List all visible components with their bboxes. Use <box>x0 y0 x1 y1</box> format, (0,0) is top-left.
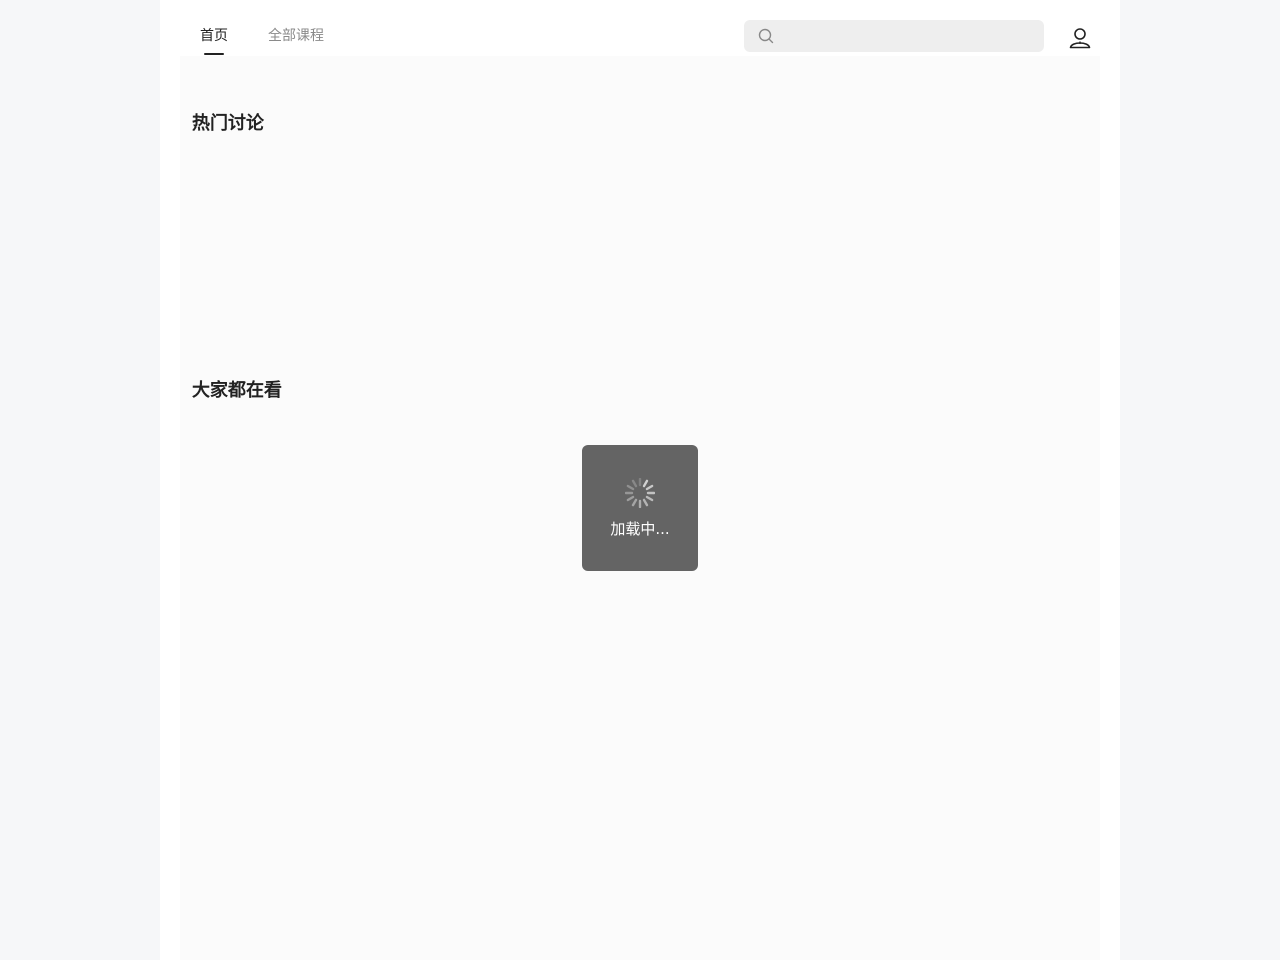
spinner-spoke <box>626 484 635 491</box>
search-input[interactable] <box>782 20 1036 54</box>
section-title-hot-discussions: 热门讨论 <box>192 113 264 134</box>
page-container: 首页 全部课程 热门讨论 大家都在看 加载中... <box>160 0 1120 960</box>
tab-home[interactable]: 首页 <box>200 27 228 45</box>
spinner-icon <box>625 478 655 508</box>
search-box[interactable] <box>744 20 1044 54</box>
user-profile-button[interactable] <box>1066 25 1094 53</box>
spinner-spoke <box>642 479 649 488</box>
spinner-spoke <box>626 495 635 502</box>
search-icon <box>758 28 774 44</box>
spinner-spoke <box>645 495 654 502</box>
section-title-everyone-watching: 大家都在看 <box>192 380 282 401</box>
loading-toast: 加载中... <box>582 445 698 571</box>
active-tab-indicator <box>204 53 224 55</box>
spinner-spoke <box>631 498 638 507</box>
top-nav-bar: 首页 全部课程 <box>160 0 1120 56</box>
tab-all-courses[interactable]: 全部课程 <box>268 27 324 45</box>
spinner-spoke <box>631 479 638 488</box>
loading-text: 加载中... <box>610 520 670 538</box>
spinner-spoke <box>645 484 654 491</box>
user-icon <box>1069 28 1091 49</box>
spinner-spoke <box>642 498 649 507</box>
